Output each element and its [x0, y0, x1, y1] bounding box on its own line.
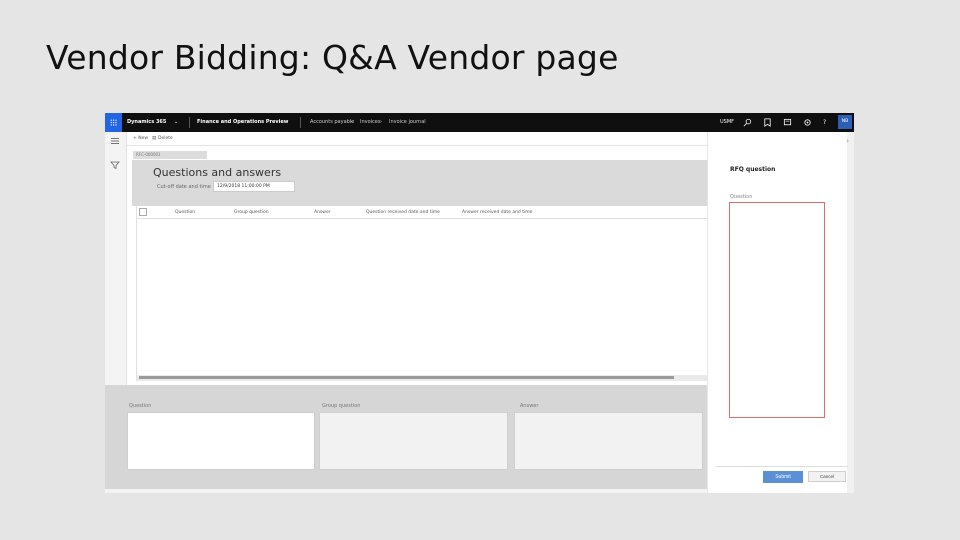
answer-label: Answer [520, 403, 539, 409]
chevron-right-icon: › [350, 119, 352, 125]
action-bar: + New ▤ Delete [127, 132, 707, 146]
company-selector[interactable]: USMF [720, 113, 734, 132]
question-textarea[interactable] [729, 202, 825, 418]
page-title: Questions and answers [153, 166, 282, 179]
chevron-right-icon: › [380, 119, 382, 125]
questions-grid: Question Group question Answer Question … [136, 206, 708, 381]
column-header[interactable]: Answer [314, 206, 331, 219]
column-header[interactable]: Answer received date and time [462, 206, 532, 219]
message-icon[interactable] [783, 118, 792, 127]
new-button[interactable]: + New [133, 132, 148, 146]
help-icon[interactable]: ? [823, 113, 826, 132]
chevron-down-icon[interactable]: ⌄ [174, 113, 178, 132]
cutoff-label: Cut-off date and time [157, 184, 211, 190]
pane-scrollbar[interactable] [847, 132, 854, 493]
avatar[interactable]: NB [838, 115, 852, 129]
settings-icon[interactable] [803, 118, 812, 127]
app-screenshot: Dynamics 365 ⌄ Finance and Operations Pr… [105, 113, 854, 493]
answer-field[interactable] [514, 412, 703, 470]
top-nav-bar: Dynamics 365 ⌄ Finance and Operations Pr… [105, 113, 854, 132]
hamburger-icon[interactable] [110, 136, 120, 146]
column-header[interactable]: Question received date and time [366, 206, 440, 219]
column-header[interactable]: Group question [234, 206, 269, 219]
question-label: Question [129, 403, 152, 409]
group-question-field[interactable] [319, 412, 508, 470]
question-label: Question [730, 194, 753, 200]
pane-title: RFQ question [730, 166, 776, 173]
question-field[interactable] [127, 412, 315, 470]
breadcrumb-item[interactable]: Invoice journal [389, 113, 426, 132]
horizontal-scrollbar[interactable] [137, 375, 708, 381]
select-all-checkbox[interactable] [139, 208, 147, 216]
submit-button[interactable]: Submit [763, 471, 803, 483]
waffle-icon [110, 119, 117, 126]
grid-header: Question Group question Answer Question … [137, 206, 708, 219]
bookmark-icon[interactable] [763, 118, 772, 127]
group-question-label: Group question [322, 403, 361, 409]
column-header[interactable]: Question [175, 206, 195, 219]
scrollbar-thumb[interactable] [139, 376, 674, 379]
breadcrumb-item[interactable]: Invoices [360, 113, 380, 132]
detail-footer [105, 489, 707, 493]
pane-divider [715, 466, 848, 467]
delete-icon[interactable]: ▤ [152, 132, 156, 146]
chevron-right-icon[interactable]: › [846, 137, 849, 145]
module-name: Finance and Operations Preview [197, 119, 289, 125]
detail-panel: Question Group question Answer [105, 385, 707, 493]
breadcrumb-item[interactable]: Accounts payable [310, 113, 354, 132]
app-name[interactable]: Dynamics 365 [127, 113, 166, 132]
app-launcher-button[interactable] [105, 113, 122, 132]
rfq-question-pane: › RFQ question Question Submit Cancel [707, 132, 854, 493]
filter-icon[interactable] [110, 160, 120, 170]
slide-title: Vendor Bidding: Q&A Vendor page [46, 38, 619, 77]
search-icon[interactable] [743, 118, 752, 127]
cutoff-field[interactable]: 12/9/2018 11:00:00 PM [213, 181, 295, 192]
delete-button[interactable]: Delete [158, 132, 173, 146]
page-header: Questions and answers Cut-off date and t… [132, 160, 707, 206]
rfq-id: RFC-000001 [133, 151, 207, 159]
nav-divider [189, 117, 190, 128]
nav-divider [300, 117, 301, 128]
cancel-button[interactable]: Cancel [808, 471, 846, 482]
